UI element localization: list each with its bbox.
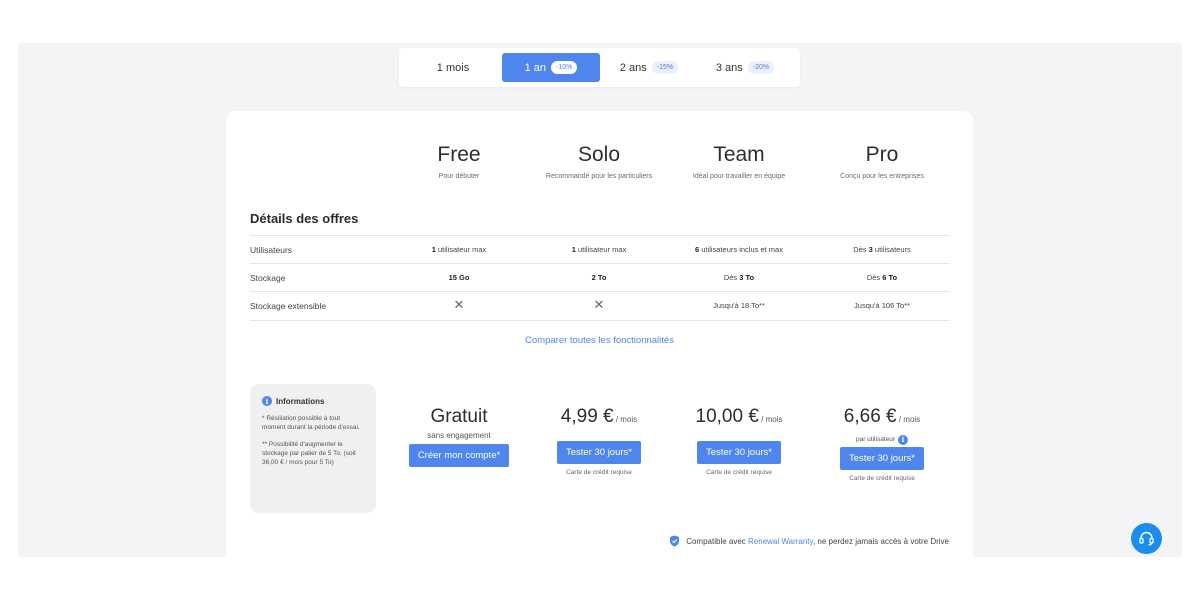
- info-note-2: ** Possibilité d'augmenter le stockage p…: [262, 441, 356, 467]
- price-unit: / mois: [896, 415, 921, 424]
- credit-card-note: Carte de crédit requise: [706, 469, 772, 476]
- price: 6,66 €: [843, 406, 897, 427]
- plan-subtitle: Recommandé pour les particuliers: [545, 173, 653, 180]
- row-label: Utilisateurs: [250, 245, 293, 255]
- cross-icon: ✕: [453, 297, 465, 312]
- plan-header-solo: Solo Recommandé pour les particuliers: [524, 143, 674, 180]
- price-unit: / mois: [758, 415, 783, 424]
- cell-pro: Dès 6 To: [866, 273, 898, 282]
- cell-team: 6 utilisateurs inclus et max: [695, 245, 783, 254]
- credit-card-note: Carte de crédit requise: [566, 469, 632, 476]
- shield-icon: [670, 535, 680, 547]
- compare-features-link[interactable]: Comparer toutes les fonctionnalités: [226, 335, 973, 346]
- pricing-team: 10,00 € / mois Tester 30 jours* Carte de…: [664, 406, 814, 476]
- price: 10,00 €: [695, 406, 759, 427]
- info-icon[interactable]: i: [898, 434, 909, 445]
- cell-pro: Jusqu'à 106 To**: [854, 301, 910, 310]
- period-option-1-year[interactable]: 1 an -10%: [502, 53, 600, 82]
- try-30-days-button[interactable]: Tester 30 jours*: [556, 441, 641, 464]
- cell-pro: Dès 3 utilisateurs: [853, 245, 911, 254]
- plan-subtitle: Idéal pour travailler en équipe: [692, 173, 786, 180]
- cell-solo: 2 To: [591, 273, 607, 282]
- plan-name: Pro: [865, 143, 899, 166]
- cell-team: Dès 3 To: [723, 273, 755, 282]
- page-background: 1 mois 1 an -10% 2 ans -15% 3 ans -20% F…: [18, 43, 1182, 557]
- credit-card-note: Carte de crédit requise: [849, 475, 915, 482]
- plan-subtitle: Pour débuter: [438, 173, 480, 180]
- plan-name: Team: [713, 143, 765, 166]
- price: Gratuit: [430, 406, 488, 427]
- row-label: Stockage extensible: [250, 301, 327, 311]
- plan-subtitle: Conçu pour les entreprises: [840, 173, 924, 180]
- info-box: i Informations * Résiliation possible à …: [250, 384, 376, 513]
- pricing-pro: 6,66 € / mois par utilisateur i Tester 3…: [807, 406, 957, 482]
- row-label: Stockage: [250, 273, 286, 283]
- headset-icon: [1139, 531, 1154, 546]
- cell-solo: 1 utilisateur max: [571, 245, 627, 254]
- period-label: 3 ans: [715, 61, 743, 74]
- info-header: i Informations: [262, 396, 364, 406]
- plan-name: Free: [437, 143, 481, 166]
- price: 4,99 €: [560, 406, 614, 427]
- details-title: Détails des offres: [250, 211, 359, 226]
- cell-free: 1 utilisateur max: [431, 245, 487, 254]
- cell-free: 15 Go: [448, 273, 470, 282]
- discount-badge: -15%: [651, 61, 679, 74]
- info-title: Informations: [276, 396, 325, 406]
- price-unit: / mois: [613, 415, 638, 424]
- warranty-notice: Compatible avec Renewal Warranty, ne per…: [669, 535, 949, 547]
- price-subtitle: par utilisateur i: [856, 434, 909, 445]
- table-row-storage: Stockage 15 Go 2 To Dès 3 To Dès 6 To: [250, 263, 949, 291]
- plan-name: Solo: [577, 143, 621, 166]
- cross-icon: ✕: [593, 297, 605, 312]
- period-label: 1 an: [524, 61, 547, 74]
- info-note-1: * Résiliation possible à tout moment dur…: [262, 415, 360, 432]
- cell-team: Jusqu'à 18 To**: [713, 301, 765, 310]
- period-label: 2 ans: [619, 61, 647, 74]
- plan-header-team: Team Idéal pour travailler en équipe: [664, 143, 814, 180]
- discount-badge: -10%: [551, 61, 578, 74]
- try-30-days-button[interactable]: Tester 30 jours*: [839, 447, 924, 470]
- support-chat-button[interactable]: [1131, 523, 1162, 554]
- billing-period-selector: 1 mois 1 an -10% 2 ans -15% 3 ans -20%: [399, 48, 800, 87]
- discount-badge: -20%: [747, 61, 775, 74]
- pricing-free: Gratuit sans engagement Créer mon compte…: [384, 406, 534, 467]
- plan-header-pro: Pro Conçu pour les entreprises: [807, 143, 957, 180]
- table-row-extensible-storage: Stockage extensible ✕ ✕ Jusqu'à 18 To** …: [250, 291, 949, 321]
- warranty-text: Compatible avec Renewal Warranty, ne per…: [686, 536, 949, 546]
- pricing-card: Free Pour débuter Solo Recommandé pour l…: [226, 111, 973, 557]
- table-row-users: Utilisateurs 1 utilisateur max 1 utilisa…: [250, 235, 949, 263]
- try-30-days-button[interactable]: Tester 30 jours*: [696, 441, 781, 464]
- period-option-1-month[interactable]: 1 mois: [406, 53, 500, 82]
- price-subtitle: sans engagement: [427, 431, 491, 440]
- info-icon: i: [262, 396, 272, 406]
- period-option-2-years[interactable]: 2 ans -15%: [602, 53, 696, 82]
- create-account-button[interactable]: Créer mon compte*: [408, 444, 510, 467]
- period-label: 1 mois: [436, 61, 470, 74]
- plan-header-free: Free Pour débuter: [384, 143, 534, 180]
- pricing-solo: 4,99 € / mois Tester 30 jours* Carte de …: [524, 406, 674, 476]
- renewal-warranty-link[interactable]: Renewal Warranty: [748, 537, 813, 546]
- period-option-3-years[interactable]: 3 ans -20%: [698, 53, 792, 82]
